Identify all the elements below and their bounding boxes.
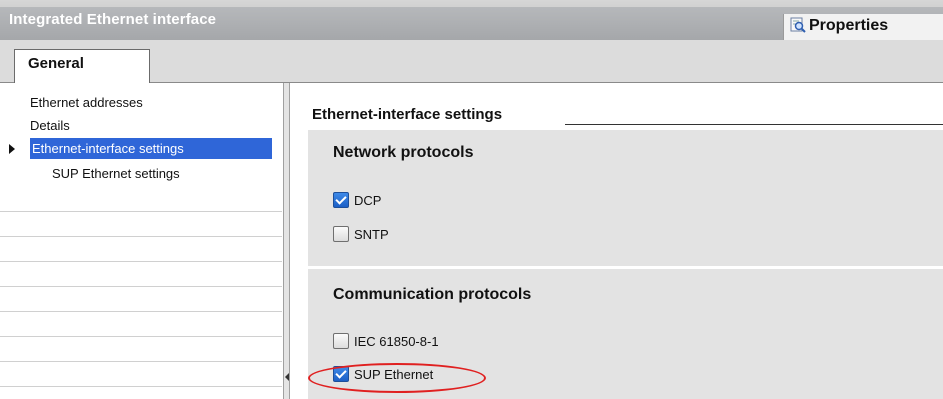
sidebar-item-label: SUP Ethernet settings xyxy=(52,166,180,181)
row-divider xyxy=(0,261,282,262)
tab-row: General xyxy=(0,40,943,83)
properties-label: Properties xyxy=(809,17,889,34)
magnifier-icon xyxy=(790,17,806,33)
sidebar-item-label: Ethernet-interface settings xyxy=(32,141,184,156)
expand-arrow-icon[interactable] xyxy=(9,144,15,154)
sntp-label: SNTP xyxy=(354,227,389,242)
section-title: Ethernet-interface settings xyxy=(312,106,503,123)
iec-61850-label: IEC 61850-8-1 xyxy=(354,334,439,349)
sidebar-nav: Ethernet addresses Details Ethernet-inte… xyxy=(0,83,282,399)
row-divider xyxy=(0,336,282,337)
title-bar: Integrated Ethernet interface Properties xyxy=(0,0,943,40)
sntp-checkbox[interactable] xyxy=(333,226,349,242)
sidebar-item-label: Ethernet addresses xyxy=(30,95,143,110)
dcp-checkbox[interactable] xyxy=(333,192,349,208)
row-divider xyxy=(0,236,282,237)
dcp-label: DCP xyxy=(354,193,382,208)
collapse-arrow-icon[interactable] xyxy=(285,373,289,381)
section-divider xyxy=(565,124,943,125)
settings-panel: Ethernet-interface settings Network prot… xyxy=(290,83,943,399)
group-title: Network protocols xyxy=(333,144,474,161)
tab-general-label: General xyxy=(28,55,84,72)
highlight-ellipse xyxy=(308,363,486,393)
sidebar-item-label: Details xyxy=(30,118,70,133)
window-title: Integrated Ethernet interface xyxy=(9,11,217,28)
sidebar-item-sup-ethernet-settings[interactable]: SUP Ethernet settings xyxy=(0,162,282,185)
sidebar-item-details[interactable]: Details xyxy=(0,114,282,137)
row-divider xyxy=(0,286,282,287)
iec-61850-checkbox[interactable] xyxy=(333,333,349,349)
network-protocols-group: Network protocols DCP SNTP xyxy=(308,130,943,266)
panel-splitter[interactable] xyxy=(283,83,290,399)
group-title: Communication protocols xyxy=(333,286,532,303)
row-divider xyxy=(0,361,282,362)
row-divider xyxy=(0,311,282,312)
row-divider xyxy=(0,386,282,387)
sidebar-item-ethernet-interface-settings[interactable]: Ethernet-interface settings xyxy=(0,137,282,160)
sidebar-item-ethernet-addresses[interactable]: Ethernet addresses xyxy=(0,91,282,114)
properties-tab[interactable]: Properties xyxy=(783,14,943,40)
row-divider xyxy=(0,211,282,212)
tab-general[interactable]: General xyxy=(14,49,150,83)
